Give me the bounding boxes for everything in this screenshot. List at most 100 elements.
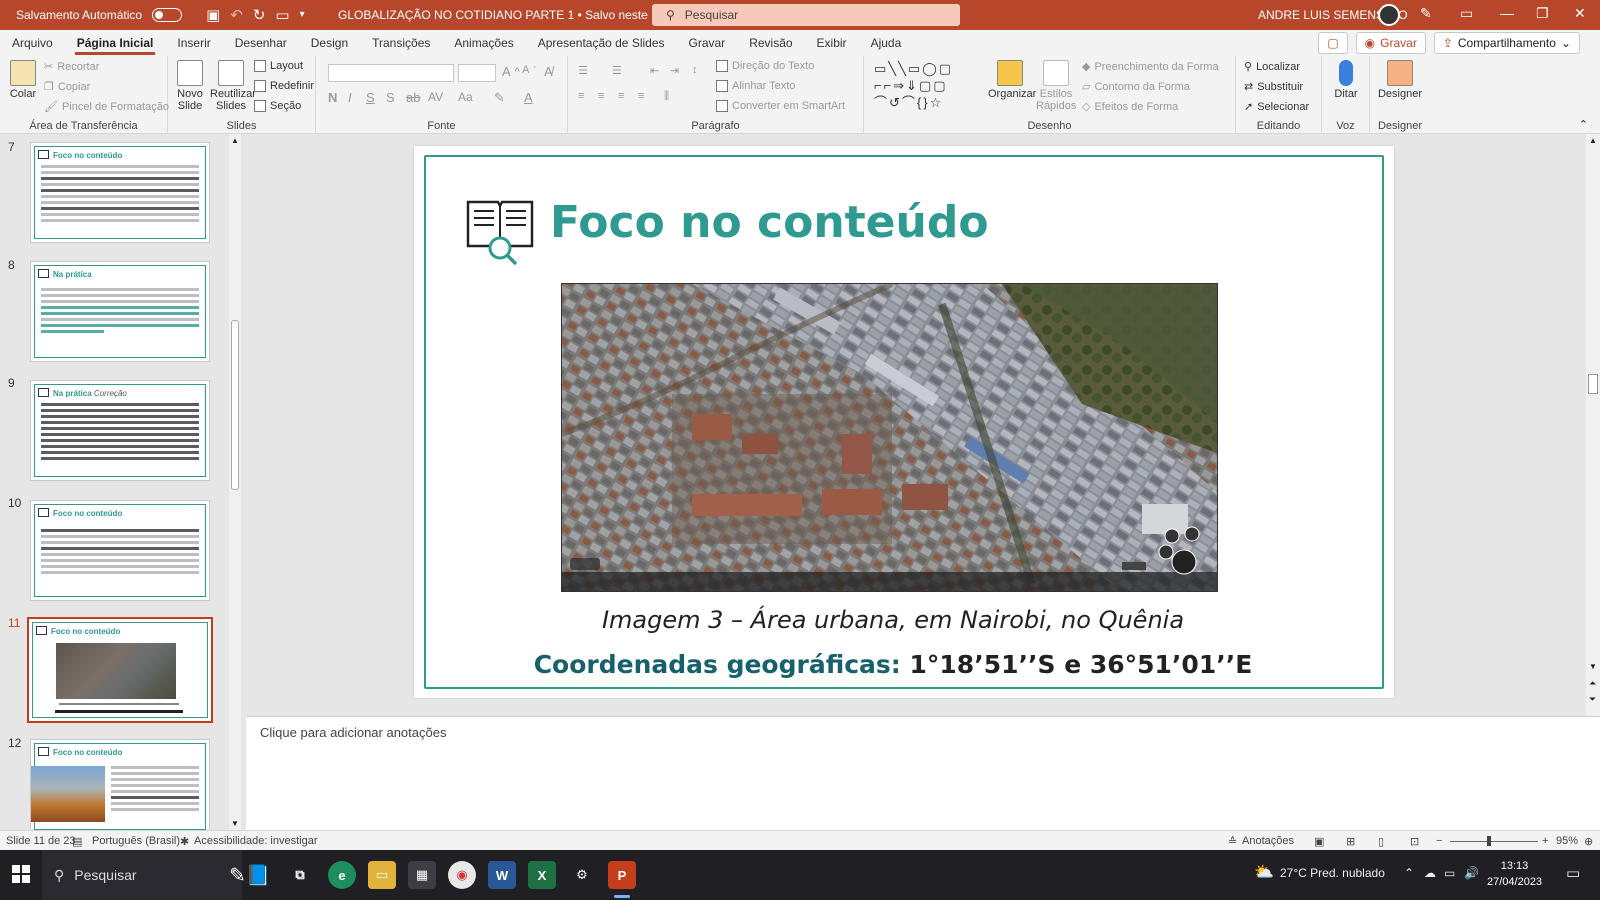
numbering-icon[interactable]: ☰: [612, 64, 622, 77]
font-size-combo[interactable]: [458, 64, 496, 82]
font-name-combo[interactable]: [328, 64, 454, 82]
new-slide-button[interactable]: Novo Slide: [174, 60, 206, 112]
slide-thumbnail-9[interactable]: Na prática Correção: [30, 380, 210, 481]
windows-start-icon[interactable]: [12, 865, 30, 883]
tab-desenhar[interactable]: Desenhar: [223, 30, 299, 56]
chrome-icon[interactable]: ◉: [448, 861, 476, 889]
network-icon[interactable]: ▭: [1444, 866, 1455, 880]
section-button[interactable]: Seção: [254, 100, 301, 112]
minimize-icon[interactable]: —: [1500, 5, 1514, 21]
grow-font-button[interactable]: A ^: [502, 64, 520, 79]
taskbar-search[interactable]: ⚲ Pesquisar: [42, 850, 242, 900]
editor-scroll-thumb[interactable]: [1588, 374, 1598, 394]
language[interactable]: Português (Brasil): [92, 835, 180, 847]
thumbnails-scroll-thumb[interactable]: [231, 320, 239, 490]
image-caption[interactable]: Imagem 3 – Área urbana, em Nairobi, no Q…: [482, 606, 1304, 634]
designer-button[interactable]: Designer: [1376, 60, 1424, 100]
accessibility-status[interactable]: Acessibilidade: investigar: [194, 835, 318, 847]
replace-button[interactable]: ⇄ Substituir: [1244, 80, 1303, 94]
document-title[interactable]: GLOBALIZAÇÃO NO COTIDIANO PARTE 1 • Salv…: [338, 8, 681, 22]
onedrive-icon[interactable]: ☁: [1424, 866, 1436, 880]
comments-button[interactable]: ▢: [1318, 32, 1348, 54]
excel-icon[interactable]: X: [528, 861, 556, 889]
shrink-font-button[interactable]: Aˇ: [522, 64, 536, 76]
zoom-out-icon[interactable]: −: [1436, 835, 1442, 847]
zoom-slider-thumb[interactable]: [1487, 836, 1491, 846]
store-icon[interactable]: ▦: [408, 861, 436, 889]
align-left-icon[interactable]: ≡: [578, 90, 584, 102]
indent-decrease-icon[interactable]: ⇤: [650, 64, 659, 77]
ribbon-display-icon[interactable]: ▭: [1460, 5, 1473, 22]
notifications-icon[interactable]: ▭: [1566, 864, 1580, 882]
editor-scrollbar[interactable]: ▲ ▼ ⏶ ⏷: [1586, 134, 1600, 716]
record-button[interactable]: ◉ Gravar: [1355, 32, 1426, 54]
shape-outline-button[interactable]: ▱ Contorno da Forma: [1082, 80, 1190, 94]
reset-button[interactable]: Redefinir: [254, 80, 314, 92]
zoom-slider[interactable]: [1450, 841, 1538, 842]
restore-icon[interactable]: ❐: [1536, 5, 1549, 22]
tab-design[interactable]: Design: [299, 30, 360, 56]
notes-toggle[interactable]: Anotações: [1242, 835, 1294, 847]
scroll-up-icon[interactable]: ▲: [1589, 136, 1597, 145]
volume-icon[interactable]: 🔊: [1464, 866, 1479, 880]
normal-view-icon[interactable]: ▣: [1314, 835, 1324, 848]
find-button[interactable]: ⚲ Localizar: [1244, 60, 1300, 74]
scroll-up-icon[interactable]: ▲: [231, 136, 239, 145]
shape-fill-button[interactable]: ◆ Preenchimento da Forma: [1082, 60, 1219, 74]
shapes-gallery[interactable]: ▭╲╲▭◯▢ ⌐⌐⇒⇓▢▢ ⌒↺⌒{}☆: [874, 60, 984, 112]
slide-title[interactable]: Foco no conteúdo: [550, 197, 989, 248]
format-painter-button[interactable]: 🖌 Pincel de Formatação: [44, 100, 169, 114]
slide-thumbnail-7[interactable]: Foco no conteúdo: [30, 142, 210, 243]
justify-icon[interactable]: ≡: [638, 90, 644, 102]
tab-inserir[interactable]: Inserir: [165, 30, 222, 56]
pen-icon[interactable]: ✎: [1420, 5, 1432, 22]
indent-increase-icon[interactable]: ⇥: [670, 64, 679, 77]
widgets-icon[interactable]: ✎📘: [222, 861, 278, 889]
customize-icon[interactable]: ▾: [300, 10, 305, 20]
underline-button[interactable]: S: [366, 90, 375, 105]
tab-revisao[interactable]: Revisão: [737, 30, 804, 56]
tab-animacoes[interactable]: Animações: [442, 30, 525, 56]
slide-thumbnail-10[interactable]: Foco no conteúdo: [30, 500, 210, 601]
font-color-icon[interactable]: A: [524, 90, 533, 105]
save-icon[interactable]: ▣: [206, 8, 220, 23]
settings-icon[interactable]: ⚙: [568, 861, 596, 889]
task-view-icon[interactable]: ⧉: [286, 861, 314, 889]
smartart-button[interactable]: Converter em SmartArt: [716, 100, 845, 112]
undo-icon[interactable]: ↶: [230, 8, 243, 23]
weather-icon[interactable]: ⛅: [1254, 862, 1274, 882]
clear-format-icon[interactable]: A̸: [544, 64, 553, 79]
scroll-down-icon[interactable]: ▼: [1589, 662, 1597, 671]
next-slide-icon[interactable]: ⏷: [1589, 694, 1596, 705]
arrange-button[interactable]: Organizar: [988, 60, 1036, 100]
slide-thumbnail-11[interactable]: Foco no conteúdo: [27, 617, 213, 723]
tab-exibir[interactable]: Exibir: [805, 30, 859, 56]
strikethrough-button[interactable]: ab: [406, 90, 420, 105]
quick-styles-button[interactable]: Estilos Rápidos: [1036, 60, 1076, 112]
share-button[interactable]: ⇪ Compartilhamento ⌄: [1433, 32, 1580, 54]
show-hidden-icons[interactable]: ⌃: [1404, 866, 1414, 880]
slide-sorter-icon[interactable]: ⊞: [1346, 835, 1355, 848]
present-icon[interactable]: ▭: [275, 8, 289, 23]
clock[interactable]: 13:13 27/04/2023: [1487, 858, 1542, 890]
layout-button[interactable]: Layout: [254, 60, 303, 72]
align-right-icon[interactable]: ≡: [618, 90, 624, 102]
satellite-image[interactable]: [561, 283, 1218, 592]
slide-thumbnail-12[interactable]: Foco no conteúdo: [30, 739, 210, 830]
line-spacing-icon[interactable]: ↕: [692, 64, 698, 76]
align-text-button[interactable]: Alinhar Texto: [716, 80, 795, 92]
powerpoint-icon[interactable]: P: [608, 861, 636, 898]
bold-button[interactable]: N: [328, 90, 337, 105]
previous-slide-icon[interactable]: ⏶: [1589, 678, 1596, 689]
scroll-down-icon[interactable]: ▼: [231, 819, 239, 828]
close-icon[interactable]: ✕: [1574, 5, 1586, 22]
reading-view-icon[interactable]: ▯: [1378, 835, 1384, 848]
bullets-icon[interactable]: ☰: [578, 64, 588, 77]
highlight-icon[interactable]: ✎: [494, 90, 505, 106]
tab-gravar[interactable]: Gravar: [677, 30, 738, 56]
tab-ajuda[interactable]: Ajuda: [859, 30, 914, 56]
file-explorer-icon[interactable]: ▭: [368, 861, 396, 889]
fit-to-window-icon[interactable]: ⊕: [1584, 835, 1593, 848]
slideshow-icon[interactable]: ⊡: [1410, 835, 1419, 848]
redo-icon[interactable]: ↻: [253, 8, 266, 23]
